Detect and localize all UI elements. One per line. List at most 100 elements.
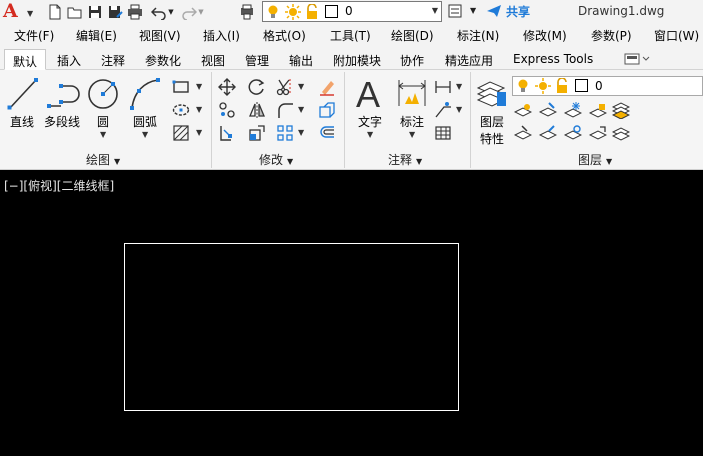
menu-window[interactable]: 窗口(W): [654, 27, 699, 44]
layer-walk-button[interactable]: [611, 101, 631, 120]
ellipse-button[interactable]: [172, 101, 190, 119]
scale-button[interactable]: [248, 124, 266, 142]
save-button[interactable]: [86, 2, 104, 22]
customize-toolbar-icon[interactable]: ▼: [470, 6, 476, 15]
undo-dropdown[interactable]: ▼: [166, 2, 176, 22]
move-button[interactable]: [218, 78, 236, 96]
publish-button[interactable]: [238, 2, 256, 22]
text-button[interactable]: A: [354, 76, 386, 112]
tab-addins[interactable]: 附加模块: [333, 49, 381, 70]
erase-button[interactable]: [318, 78, 336, 96]
tab-annotate[interactable]: 注释: [101, 49, 125, 70]
layer-dropdown[interactable]: 0: [512, 76, 703, 96]
arc-button[interactable]: [128, 76, 162, 112]
chevron-down-icon[interactable]: ▼: [456, 105, 462, 114]
lock-icon: [588, 104, 608, 118]
menu-modify[interactable]: 修改(M): [523, 27, 567, 44]
line-button[interactable]: [6, 76, 40, 112]
lightbulb-icon: [518, 79, 528, 92]
tab-express-tools[interactable]: Express Tools: [513, 49, 593, 70]
table-button[interactable]: [434, 124, 452, 142]
tab-output[interactable]: 输出: [289, 49, 313, 70]
menu-edit[interactable]: 编辑(E): [76, 27, 117, 44]
menu-insert[interactable]: 插入(I): [203, 27, 240, 44]
menu-dimension[interactable]: 标注(N): [457, 27, 499, 44]
layer-unisolate-button[interactable]: [563, 124, 583, 142]
menu-format[interactable]: 格式(O): [263, 27, 306, 44]
panel-separator: [211, 72, 212, 168]
fillet-button[interactable]: [276, 101, 294, 119]
app-menu-button[interactable]: A ▼: [3, 0, 35, 22]
layer-properties-button[interactable]: [476, 76, 508, 112]
share-button[interactable]: 共享: [506, 3, 530, 20]
layer-copy-objects-button[interactable]: [588, 124, 608, 142]
line-label: 直线: [10, 115, 35, 129]
panel-separator: [470, 72, 471, 168]
open-button[interactable]: [66, 2, 84, 22]
save-as-button[interactable]: [106, 2, 124, 22]
menu-draw[interactable]: 绘图(D): [391, 27, 434, 44]
tab-featured-apps[interactable]: 精选应用: [445, 49, 493, 70]
quick-layer-dropdown[interactable]: 0 ▼: [262, 1, 442, 22]
chevron-down-icon[interactable]: ▼: [298, 105, 304, 114]
chevron-down-icon[interactable]: ▼: [298, 128, 304, 137]
chevron-down-icon[interactable]: ▼: [367, 130, 373, 139]
chevron-down-icon[interactable]: ▼: [196, 105, 202, 114]
trim-button[interactable]: [276, 78, 294, 96]
layer-freeze-button[interactable]: [563, 101, 583, 119]
viewport-controls[interactable]: [−][俯视][二维线框]: [4, 177, 114, 194]
dimension-button[interactable]: [396, 76, 428, 112]
undo-icon: [151, 7, 166, 20]
drawn-rectangle[interactable]: [124, 243, 459, 411]
annotation-panel-label[interactable]: 注释 ▼: [388, 151, 422, 168]
menu-view[interactable]: 视图(V): [139, 27, 181, 44]
modify-panel-label[interactable]: 修改 ▼: [259, 151, 293, 168]
rotate-button[interactable]: [248, 78, 266, 96]
chevron-down-icon[interactable]: ▼: [456, 82, 462, 91]
chevron-down-icon[interactable]: ▼: [142, 130, 148, 139]
explode-button[interactable]: [318, 101, 336, 119]
hatch-button[interactable]: [172, 124, 190, 142]
layer-previous-icon: [611, 127, 631, 141]
copy-button[interactable]: [218, 101, 236, 119]
chevron-down-icon[interactable]: ▼: [196, 128, 202, 137]
stretch-button[interactable]: [218, 124, 236, 142]
layer-previous-button[interactable]: [611, 124, 631, 142]
rectangle-button[interactable]: [172, 78, 190, 96]
chevron-down-icon[interactable]: ▼: [196, 82, 202, 91]
layer-match-button[interactable]: [538, 124, 558, 142]
tab-collaborate[interactable]: 协作: [400, 49, 424, 70]
tab-insert[interactable]: 插入: [57, 49, 81, 70]
layer-isolate-button[interactable]: [538, 101, 558, 119]
chevron-down-icon[interactable]: ▼: [100, 130, 106, 139]
new-button[interactable]: [46, 2, 64, 22]
linear-dim-button[interactable]: [434, 78, 452, 96]
tab-parametric[interactable]: 参数化: [145, 49, 181, 70]
polyline-button[interactable]: [46, 76, 80, 112]
ribbon-minimize-icon[interactable]: [624, 53, 650, 65]
menu-file[interactable]: 文件(F): [14, 27, 54, 44]
redo-dropdown[interactable]: ▼: [196, 2, 206, 22]
chevron-down-icon[interactable]: ▼: [298, 82, 304, 91]
layers-panel-label[interactable]: 图层 ▼: [578, 151, 612, 168]
circle-button[interactable]: [86, 76, 120, 112]
document-title: Drawing1.dwg: [578, 4, 665, 18]
menu-parametric[interactable]: 参数(P): [591, 27, 632, 44]
layer-states-icon[interactable]: [448, 4, 462, 18]
layer-make-current-button[interactable]: [513, 124, 533, 142]
layer-off-button[interactable]: [513, 101, 533, 119]
drawing-canvas[interactable]: [−][俯视][二维线框]: [0, 171, 703, 456]
mirror-button[interactable]: [248, 101, 266, 119]
chevron-down-icon[interactable]: ▼: [409, 130, 415, 139]
plot-button[interactable]: [126, 2, 144, 22]
draw-panel-label[interactable]: 绘图 ▼: [86, 151, 120, 168]
tab-view[interactable]: 视图: [201, 49, 225, 70]
save-icon: [89, 6, 101, 18]
array-button[interactable]: [276, 124, 294, 142]
leader-button[interactable]: [434, 101, 452, 119]
menu-tools[interactable]: 工具(T): [330, 27, 371, 44]
layer-lock-button[interactable]: [588, 101, 608, 119]
offset-button[interactable]: [318, 124, 336, 142]
tab-manage[interactable]: 管理: [245, 49, 269, 70]
tab-default[interactable]: 默认: [4, 49, 47, 70]
